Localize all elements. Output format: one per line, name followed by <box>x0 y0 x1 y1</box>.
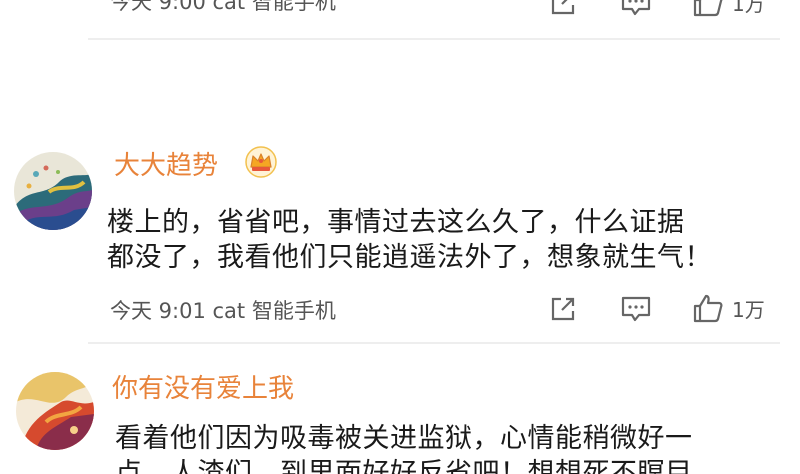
reply-button[interactable] <box>620 0 652 18</box>
comment-divider <box>88 38 780 40</box>
reply-button[interactable] <box>620 294 652 324</box>
comment-meta-text: 今天 9:00 cat 智能手机 <box>110 0 336 14</box>
like-button[interactable]: 1万 <box>692 292 765 324</box>
comment-1-meta: 今天 9:01 cat 智能手机 <box>110 295 336 325</box>
comment-icon <box>621 0 651 16</box>
thumbs-up-icon <box>693 0 723 17</box>
avatar[interactable] <box>16 372 94 450</box>
comment-text: 看着他们因为吸毒被关进监狱，心情能稍微好一 点，人渣们，到里面好好反省吧！想想死… <box>115 421 795 474</box>
comment-username[interactable]: 你有没有爱上我 <box>112 368 294 405</box>
avatar-image <box>14 152 92 230</box>
comment-0-meta: 今天 9:00 cat 智能手机 <box>110 0 336 16</box>
avatar-image <box>16 372 94 450</box>
like-button[interactable]: 1万 <box>692 0 765 18</box>
crown-badge-icon <box>244 145 278 183</box>
thumbs-up-icon <box>693 294 723 323</box>
share-icon <box>551 297 575 321</box>
comment-meta-text: 今天 9:01 cat 智能手机 <box>110 299 336 323</box>
comment-text-line: 点，人渣们，到里面好好反省吧！想想死不瞑目 <box>115 458 693 474</box>
comment-icon <box>621 296 651 322</box>
comment-text: 楼上的，省省吧，事情过去这么久了，什么证据 都没了，我看他们只能逍遥法外了，想象… <box>107 205 787 275</box>
avatar[interactable] <box>14 152 92 230</box>
share-icon <box>551 0 575 15</box>
share-button[interactable] <box>548 0 578 18</box>
like-count: 1万 <box>732 0 765 16</box>
share-button[interactable] <box>548 294 578 324</box>
comment-text-line: 楼上的，省省吧，事情过去这么久了，什么证据 <box>107 207 685 238</box>
comment-username[interactable]: 大大趋势 <box>114 145 218 182</box>
comment-text-line: 看着他们因为吸毒被关进监狱，心情能稍微好一 <box>115 423 693 454</box>
comment-divider <box>88 342 780 344</box>
comment-text-line: 都没了，我看他们只能逍遥法外了，想象就生气！ <box>107 242 712 273</box>
like-count: 1万 <box>732 297 765 322</box>
